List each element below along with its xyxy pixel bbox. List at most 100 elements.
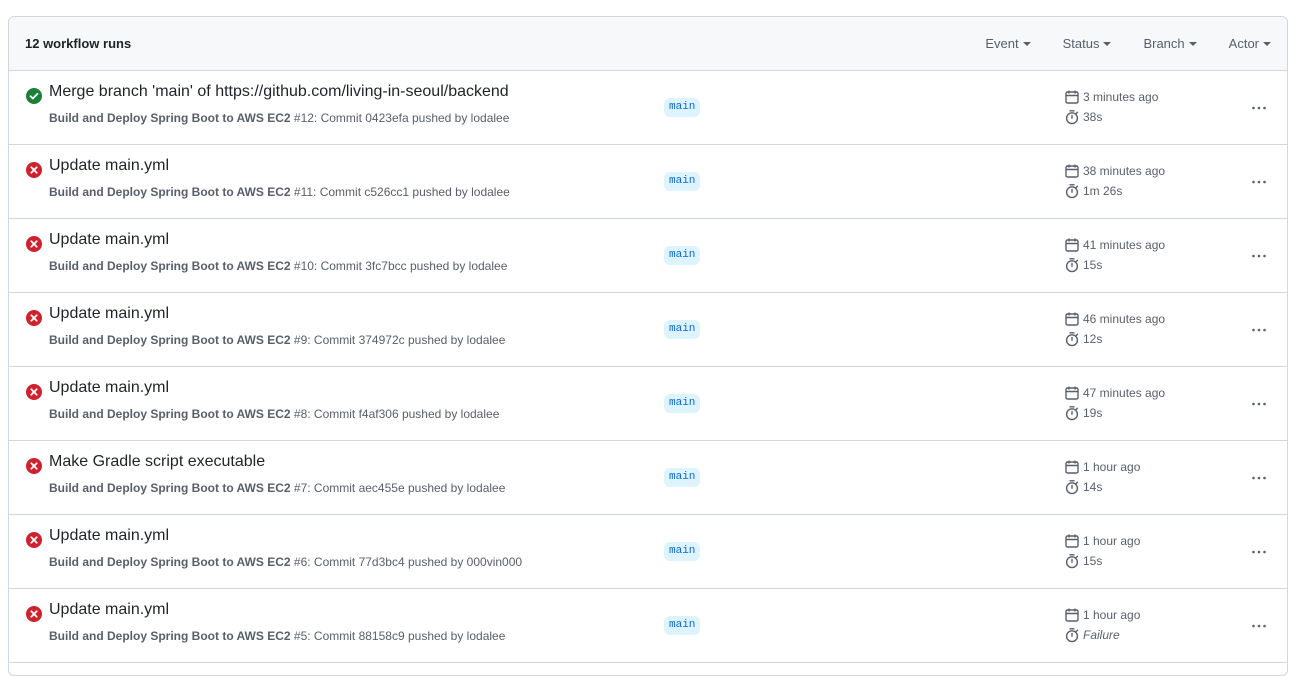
run-detail: #7: Commit aec455e pushed by lodalee bbox=[293, 481, 506, 495]
calendar-icon bbox=[1064, 607, 1083, 623]
run-time: 1 hour ago bbox=[1083, 534, 1141, 548]
filter-branch-label: Branch bbox=[1143, 36, 1185, 51]
calendar-icon bbox=[1064, 311, 1083, 327]
run-title[interactable]: Update main.yml bbox=[49, 379, 169, 397]
calendar-icon bbox=[1064, 459, 1083, 475]
run-title[interactable]: Update main.yml bbox=[49, 231, 169, 249]
caret-down-icon bbox=[1188, 41, 1197, 46]
run-duration: Failure bbox=[1083, 628, 1120, 642]
kebab-horizontal-icon[interactable] bbox=[1247, 540, 1271, 564]
run-duration: 1m 26s bbox=[1083, 184, 1123, 198]
kebab-horizontal-icon[interactable] bbox=[1247, 244, 1271, 268]
workflow-runs-box: 12 workflow runs Event Status Branch Act… bbox=[8, 16, 1288, 676]
run-meta: Build and Deploy Spring Boot to AWS EC2 … bbox=[49, 481, 505, 495]
branch-label[interactable]: main bbox=[664, 320, 701, 339]
run-timing: 46 minutes ago 12s bbox=[1064, 309, 1165, 349]
run-detail: #6: Commit 77d3bc4 pushed by 000vin000 bbox=[293, 555, 523, 569]
run-duration: 19s bbox=[1083, 406, 1103, 420]
run-title[interactable]: Update main.yml bbox=[49, 157, 169, 175]
x-circle-icon bbox=[26, 162, 42, 178]
run-detail: #12: Commit 0423efa pushed by lodalee bbox=[293, 111, 510, 125]
branch-label[interactable]: main bbox=[664, 616, 701, 635]
run-detail: #8: Commit f4af306 pushed by lodalee bbox=[293, 407, 500, 421]
run-duration: 12s bbox=[1083, 332, 1103, 346]
x-circle-icon bbox=[26, 532, 42, 548]
branch-label[interactable]: main bbox=[664, 246, 701, 265]
kebab-horizontal-icon[interactable] bbox=[1247, 614, 1271, 638]
run-duration: 15s bbox=[1083, 554, 1103, 568]
run-time: 38 minutes ago bbox=[1083, 164, 1166, 178]
caret-down-icon bbox=[1103, 41, 1112, 46]
run-detail: #5: Commit 88158c9 pushed by lodalee bbox=[293, 629, 506, 643]
run-workflow-name[interactable]: Build and Deploy Spring Boot to AWS EC2 bbox=[49, 407, 291, 421]
run-workflow-name[interactable]: Build and Deploy Spring Boot to AWS EC2 bbox=[49, 259, 291, 273]
workflow-run-row[interactable]: Update main.yml Build and Deploy Spring … bbox=[9, 515, 1287, 589]
workflow-run-row[interactable]: Update main.yml Build and Deploy Spring … bbox=[9, 145, 1287, 219]
kebab-horizontal-icon[interactable] bbox=[1247, 466, 1271, 490]
run-time: 3 minutes ago bbox=[1083, 90, 1159, 104]
branch-label[interactable]: main bbox=[664, 98, 701, 117]
filter-actor[interactable]: Actor bbox=[1229, 36, 1271, 51]
run-meta: Build and Deploy Spring Boot to AWS EC2 … bbox=[49, 259, 507, 273]
branch-label[interactable]: main bbox=[664, 468, 701, 487]
calendar-icon bbox=[1064, 163, 1083, 179]
branch-label[interactable]: main bbox=[664, 542, 701, 561]
run-detail: #9: Commit 374972c pushed by lodalee bbox=[293, 333, 506, 347]
x-circle-icon bbox=[26, 384, 42, 400]
run-timing: 47 minutes ago 19s bbox=[1064, 383, 1165, 423]
run-workflow-name[interactable]: Build and Deploy Spring Boot to AWS EC2 bbox=[49, 555, 291, 569]
run-meta: Build and Deploy Spring Boot to AWS EC2 … bbox=[49, 333, 505, 347]
run-meta: Build and Deploy Spring Boot to AWS EC2 … bbox=[49, 555, 522, 569]
workflow-run-row[interactable]: Update main.yml Build and Deploy Spring … bbox=[9, 219, 1287, 293]
stopwatch-icon bbox=[1064, 553, 1083, 569]
run-time: 1 hour ago bbox=[1083, 608, 1141, 622]
run-timing: 41 minutes ago 15s bbox=[1064, 235, 1165, 275]
filter-event[interactable]: Event bbox=[985, 36, 1031, 51]
run-detail: #10: Commit 3fc7bcc pushed by lodalee bbox=[293, 259, 508, 273]
filter-branch[interactable]: Branch bbox=[1143, 36, 1197, 51]
run-title[interactable]: Merge branch 'main' of https://github.co… bbox=[49, 83, 509, 101]
run-title[interactable]: Update main.yml bbox=[49, 601, 169, 619]
kebab-horizontal-icon[interactable] bbox=[1247, 170, 1271, 194]
calendar-icon bbox=[1064, 533, 1083, 549]
branch-label[interactable]: main bbox=[664, 394, 701, 413]
branch-label[interactable]: main bbox=[664, 172, 701, 191]
run-title[interactable]: Update main.yml bbox=[49, 305, 169, 323]
run-timing: 38 minutes ago 1m 26s bbox=[1064, 161, 1165, 201]
filter-status[interactable]: Status bbox=[1063, 36, 1112, 51]
workflow-run-row[interactable]: Make Gradle script executable Build and … bbox=[9, 441, 1287, 515]
filter-bar: Event Status Branch Actor bbox=[985, 36, 1271, 51]
workflow-run-row[interactable]: Update main.yml Build and Deploy Spring … bbox=[9, 293, 1287, 367]
stopwatch-icon bbox=[1064, 479, 1083, 495]
run-workflow-name[interactable]: Build and Deploy Spring Boot to AWS EC2 bbox=[49, 185, 291, 199]
run-count: 12 workflow runs bbox=[25, 36, 132, 51]
kebab-horizontal-icon[interactable] bbox=[1247, 318, 1271, 342]
run-duration: 38s bbox=[1083, 110, 1103, 124]
stopwatch-icon bbox=[1064, 257, 1083, 273]
kebab-horizontal-icon[interactable] bbox=[1247, 392, 1271, 416]
x-circle-icon bbox=[26, 606, 42, 622]
workflow-run-row[interactable]: Merge branch 'main' of https://github.co… bbox=[9, 71, 1287, 145]
workflow-run-row[interactable]: Update main.yml Build and Deploy Spring … bbox=[9, 589, 1287, 663]
x-circle-icon bbox=[26, 310, 42, 326]
run-workflow-name[interactable]: Build and Deploy Spring Boot to AWS EC2 bbox=[49, 481, 291, 495]
run-workflow-name[interactable]: Build and Deploy Spring Boot to AWS EC2 bbox=[49, 629, 291, 643]
caret-down-icon bbox=[1263, 41, 1271, 46]
run-timing: 1 hour ago 15s bbox=[1064, 531, 1140, 571]
run-title[interactable]: Update main.yml bbox=[49, 527, 169, 545]
run-timing: 1 hour ago 14s bbox=[1064, 457, 1140, 497]
stopwatch-icon bbox=[1064, 109, 1083, 125]
run-list: Merge branch 'main' of https://github.co… bbox=[9, 71, 1287, 663]
run-workflow-name[interactable]: Build and Deploy Spring Boot to AWS EC2 bbox=[49, 111, 291, 125]
run-workflow-name[interactable]: Build and Deploy Spring Boot to AWS EC2 bbox=[49, 333, 291, 347]
run-meta: Build and Deploy Spring Boot to AWS EC2 … bbox=[49, 629, 505, 643]
x-circle-icon bbox=[26, 236, 42, 252]
run-time: 41 minutes ago bbox=[1083, 238, 1166, 252]
run-title[interactable]: Make Gradle script executable bbox=[49, 453, 265, 471]
run-timing: 3 minutes ago 38s bbox=[1064, 87, 1158, 127]
kebab-horizontal-icon[interactable] bbox=[1247, 96, 1271, 120]
workflow-run-row[interactable]: Update main.yml Build and Deploy Spring … bbox=[9, 367, 1287, 441]
filter-event-label: Event bbox=[985, 36, 1019, 51]
run-duration: 15s bbox=[1083, 258, 1103, 272]
x-circle-icon bbox=[26, 458, 42, 474]
